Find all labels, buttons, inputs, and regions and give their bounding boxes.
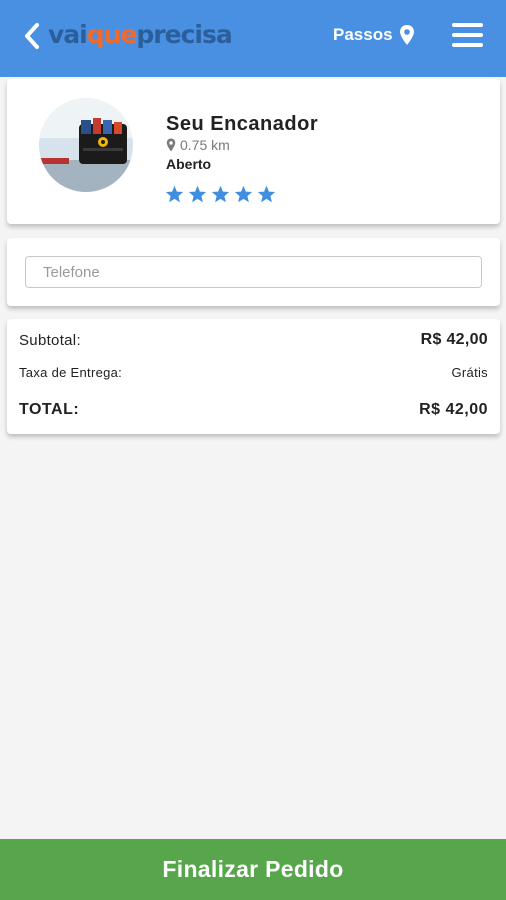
- subtotal-label: Subtotal:: [19, 331, 81, 349]
- location-label: Passos: [333, 25, 393, 44]
- star-rating: [165, 185, 280, 203]
- delivery-fee-row: Taxa de Entrega: Grátis: [19, 365, 488, 380]
- distance-text: 0.75 km: [180, 137, 230, 153]
- star-icon: [188, 185, 207, 203]
- total-value: R$ 42,00: [419, 401, 488, 418]
- phone-card: [7, 238, 500, 306]
- menu-line-icon: [452, 23, 483, 27]
- total-row: TOTAL: R$ 42,00: [19, 401, 488, 419]
- finalize-order-button[interactable]: Finalizar Pedido: [0, 839, 506, 900]
- subtotal-row: Subtotal: R$ 42,00: [19, 331, 488, 349]
- app-header: vaiqueprecisa Passos: [0, 0, 506, 77]
- star-icon: [211, 185, 230, 203]
- map-pin-icon: [399, 25, 414, 45]
- store-avatar: [39, 98, 133, 192]
- store-name: Seu Encanador: [166, 113, 319, 135]
- star-icon: [165, 185, 184, 203]
- star-icon: [234, 185, 253, 203]
- hamburger-menu-button[interactable]: [452, 22, 483, 48]
- logo-text-que: que: [86, 20, 138, 49]
- chevron-left-icon: [25, 23, 39, 49]
- app-logo[interactable]: vaiqueprecisa: [48, 18, 233, 52]
- map-pin-icon: [166, 138, 176, 152]
- store-status: Aberto: [166, 156, 212, 172]
- subtotal-value: R$ 42,00: [420, 331, 488, 348]
- menu-line-icon: [452, 33, 483, 37]
- back-button[interactable]: [22, 22, 42, 50]
- delivery-fee-label: Taxa de Entrega:: [19, 365, 123, 380]
- star-icon: [257, 185, 276, 203]
- store-distance: 0.75 km: [166, 137, 230, 153]
- phone-input[interactable]: [25, 256, 482, 288]
- logo-text-vai: vai: [48, 20, 88, 49]
- tool-bag-image: [39, 98, 133, 192]
- logo-text-precisa: precisa: [136, 20, 232, 49]
- store-card[interactable]: Seu Encanador 0.75 km Aberto: [7, 79, 500, 224]
- delivery-fee-value: Grátis: [451, 365, 488, 380]
- location-selector[interactable]: Passos: [333, 22, 415, 48]
- order-summary-card: Subtotal: R$ 42,00 Taxa de Entrega: Grát…: [7, 319, 500, 434]
- menu-line-icon: [452, 43, 483, 47]
- total-label: TOTAL:: [19, 401, 80, 418]
